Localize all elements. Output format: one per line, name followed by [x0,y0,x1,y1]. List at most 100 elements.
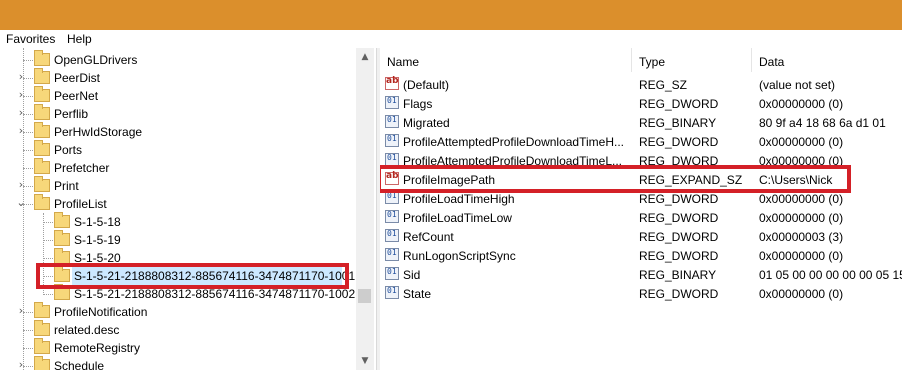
folder-icon [34,176,50,192]
value-data: 0x00000000 (0) [759,135,844,149]
folder-icon [34,104,50,120]
column-name-header[interactable]: Name [387,55,419,69]
value-name: ProfileLoadTimeHigh [403,192,515,206]
value-data: 80 9f a4 18 68 6a d1 01 [759,116,886,130]
menu-favorites[interactable]: Favorites [6,32,55,46]
value-row[interactable]: ProfileAttemptedProfileDownloadTimeH... R… [380,132,902,151]
tree-connector [23,330,33,331]
registry-key-tree[interactable]: OpenGLDrivers › PeerDist › PeerNet › Perflib › P… [0,48,376,370]
tree-guide-line [23,48,24,370]
chevron-right-icon[interactable]: › [16,106,26,120]
tree-item[interactable]: OpenGLDrivers [0,50,356,69]
tree-item[interactable]: › PeerDist [0,68,356,87]
tree-item[interactable]: › Perflib [0,104,356,123]
value-name: ProfileAttemptedProfileDownloadTimeH... [403,135,624,149]
tree-item[interactable]: S-1-5-19 [0,230,356,249]
value-row[interactable]: (Default) REG_SZ (value not set) [380,75,902,94]
tree-item[interactable]: › Schedule [0,356,356,370]
scroll-down-icon[interactable]: ▼ [356,354,374,368]
tree-item[interactable]: Ports [0,140,356,159]
tree-item-label: related.desc [54,323,120,337]
value-row[interactable]: Sid REG_BINARY 01 05 00 00 00 00 00 05 15 … [380,265,902,284]
tree-item[interactable]: Prefetcher [0,158,356,177]
scroll-thumb[interactable] [358,289,371,303]
string-value-icon [385,76,399,90]
value-type: REG_DWORD [639,97,719,111]
binary-value-icon [385,248,399,261]
tree-item-label: S-1-5-18 [74,215,121,229]
binary-value-icon [385,229,399,242]
chevron-right-icon[interactable]: › [16,178,26,192]
tree-item[interactable]: related.desc [0,320,356,339]
value-name: State [403,287,432,301]
value-type: REG_SZ [639,78,688,92]
value-data: 0x00000000 (0) [759,287,844,301]
tree-item-label: PeerNet [54,89,99,103]
value-row[interactable]: State REG_DWORD 0x00000000 (0) [380,284,902,303]
tree-connector [23,348,33,349]
value-name: RefCount [403,230,454,244]
folder-icon [34,338,50,354]
column-divider[interactable] [631,48,632,72]
folder-icon [34,320,50,336]
value-type: REG_DWORD [639,230,719,244]
tree-item[interactable]: › PerHwIdStorage [0,122,356,141]
value-data: 0x00000003 (3) [759,230,844,244]
tree-item-label: S-1-5-19 [74,233,121,247]
value-row[interactable]: Flags REG_DWORD 0x00000000 (0) [380,94,902,113]
tree-scrollbar[interactable]: ▲ ▼ [356,48,374,370]
binary-value-icon [385,115,399,128]
value-row[interactable]: Migrated REG_BINARY 80 9f a4 18 68 6a d1 0… [380,113,902,132]
tree-item[interactable]: › Print [0,176,356,195]
tree-item[interactable]: RemoteRegistry [0,338,356,357]
value-data: 0x00000000 (0) [759,211,844,225]
tree-item-label: Print [54,179,79,193]
value-row[interactable]: RefCount REG_DWORD 0x00000003 (3) [380,227,902,246]
tree-item-label: ProfileList [54,197,107,211]
value-data: 01 05 00 00 00 00 00 05 15 00 [759,268,902,282]
folder-icon [34,68,50,84]
binary-value-icon [385,210,399,223]
tree-item-label: S-1-5-21-2188808312-885674116-3474871170… [74,287,356,301]
column-divider[interactable] [751,48,752,72]
chevron-right-icon[interactable]: › [16,70,26,84]
scroll-up-icon[interactable]: ▲ [356,50,374,64]
tree-connector [23,60,33,61]
chevron-down-icon[interactable]: ⌄ [16,196,26,210]
column-type-header[interactable]: Type [639,55,665,69]
binary-value-icon [385,134,399,147]
value-name: ProfileLoadTimeLow [403,211,512,225]
value-type: REG_DWORD [639,211,719,225]
value-row[interactable]: RunLogonScriptSync REG_DWORD 0x00000000 (0… [380,246,902,265]
value-data: 0x00000000 (0) [759,192,844,206]
tree-connector [43,294,53,295]
tree-item[interactable]: › PeerNet [0,86,356,105]
chevron-right-icon[interactable]: › [16,124,26,138]
value-name: Migrated [403,116,450,130]
value-name: Flags [403,97,433,111]
folder-icon [34,122,50,138]
column-data-header[interactable]: Data [759,55,784,69]
binary-value-icon [385,96,399,109]
tree-item[interactable]: S-1-5-18 [0,212,356,231]
chevron-right-icon[interactable]: › [16,304,26,318]
tree-item[interactable]: › ProfileNotification [0,302,356,321]
tree-connector [43,222,53,223]
folder-icon [34,158,50,174]
tree-item-label: Schedule [54,359,105,370]
value-type: REG_DWORD [639,192,719,206]
folder-icon [34,140,50,156]
chevron-right-icon[interactable]: › [16,88,26,102]
menu-help[interactable]: Help [67,32,92,46]
folder-icon [34,194,50,210]
chevron-right-icon[interactable]: › [16,358,26,370]
value-row[interactable]: ProfileLoadTimeLow REG_DWORD 0x00000000 (0… [380,208,902,227]
registry-values-list: Name Type Data (Default) REG_SZ (value not… [380,48,902,370]
binary-value-icon [385,267,399,280]
folder-icon [54,212,70,228]
value-name: Sid [403,268,421,282]
tree-item[interactable]: ⌄ ProfileList [0,194,356,213]
tree-item-label: PeerDist [54,71,101,85]
tree-item-label: Prefetcher [54,161,110,175]
value-type: REG_DWORD [639,287,719,301]
